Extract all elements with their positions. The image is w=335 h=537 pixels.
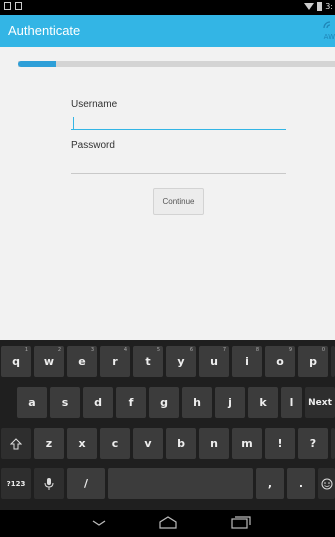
key-k[interactable]: k <box>248 387 278 418</box>
key-g[interactable]: g <box>149 387 179 418</box>
recent-apps-button[interactable] <box>228 514 252 532</box>
key-r[interactable]: r4 <box>100 346 130 377</box>
backspace-key[interactable] <box>331 346 335 377</box>
text-cursor <box>73 117 74 129</box>
wifi-icon <box>304 3 315 10</box>
password-label: Password <box>71 140 115 151</box>
key-comma[interactable]: , <box>256 468 284 499</box>
key-exclamation[interactable]: ! <box>265 428 295 459</box>
key-d[interactable]: d <box>83 387 113 418</box>
username-label: Username <box>71 99 118 110</box>
symbols-key[interactable]: ?123 <box>1 468 31 499</box>
key-t[interactable]: t5 <box>133 346 163 377</box>
key-p[interactable]: p0 <box>298 346 328 377</box>
notification-icon <box>4 2 11 10</box>
progress-fill <box>18 61 57 67</box>
key-l[interactable]: l <box>281 387 302 418</box>
progress-bar <box>18 61 335 67</box>
key-o[interactable]: o9 <box>265 346 295 377</box>
key-z[interactable]: z <box>34 428 64 459</box>
home-icon <box>159 516 177 529</box>
emoji-key[interactable] <box>318 468 335 499</box>
navigation-bar <box>0 510 335 537</box>
app-logo-icon: AW <box>313 19 335 41</box>
key-h[interactable]: h <box>182 387 212 418</box>
app-title: Authenticate <box>8 23 81 38</box>
back-button[interactable] <box>87 514 111 532</box>
key-b[interactable]: b <box>166 428 196 459</box>
notification-icon-2 <box>15 2 22 10</box>
password-field[interactable] <box>71 160 286 174</box>
key-u[interactable]: u7 <box>199 346 229 377</box>
key-x[interactable]: x <box>67 428 97 459</box>
smiley-icon <box>321 478 332 489</box>
shift-icon <box>10 437 22 449</box>
key-a[interactable]: a <box>17 387 47 418</box>
battery-icon <box>317 2 323 11</box>
microphone-key[interactable] <box>34 468 64 499</box>
back-chevron-icon <box>92 520 106 526</box>
app-logo-text: AW <box>323 33 335 41</box>
status-time: 3: <box>325 2 333 11</box>
key-v[interactable]: v <box>133 428 163 459</box>
recent-apps-icon <box>231 516 251 529</box>
key-question[interactable]: ? <box>298 428 328 459</box>
app-bar: Authenticate AW <box>0 15 335 47</box>
username-field[interactable] <box>71 116 286 130</box>
key-period[interactable]: . <box>287 468 315 499</box>
microphone-icon <box>44 477 54 490</box>
key-m[interactable]: m <box>232 428 262 459</box>
key-j[interactable]: j <box>215 387 245 418</box>
status-bar: 3: <box>0 0 335 15</box>
home-button[interactable] <box>156 514 180 532</box>
key-w[interactable]: w2 <box>34 346 64 377</box>
shift-key[interactable] <box>1 428 31 459</box>
key-s[interactable]: s <box>50 387 80 418</box>
space-key[interactable] <box>108 468 253 499</box>
key-q[interactable]: q1 <box>1 346 31 377</box>
key-y[interactable]: y6 <box>166 346 196 377</box>
soft-keyboard: q1 w2 e3 r4 t5 y6 u7 i8 o9 p0 a s d f g … <box>0 340 335 510</box>
key-c[interactable]: c <box>100 428 130 459</box>
shift-key-right[interactable] <box>331 428 335 459</box>
key-f[interactable]: f <box>116 387 146 418</box>
key-i[interactable]: i8 <box>232 346 262 377</box>
authentication-form: Username Password Continue <box>0 47 335 340</box>
key-e[interactable]: e3 <box>67 346 97 377</box>
next-key[interactable]: Next <box>305 387 335 418</box>
key-slash[interactable]: / <box>67 468 105 499</box>
key-n[interactable]: n <box>199 428 229 459</box>
continue-button[interactable]: Continue <box>153 188 204 215</box>
